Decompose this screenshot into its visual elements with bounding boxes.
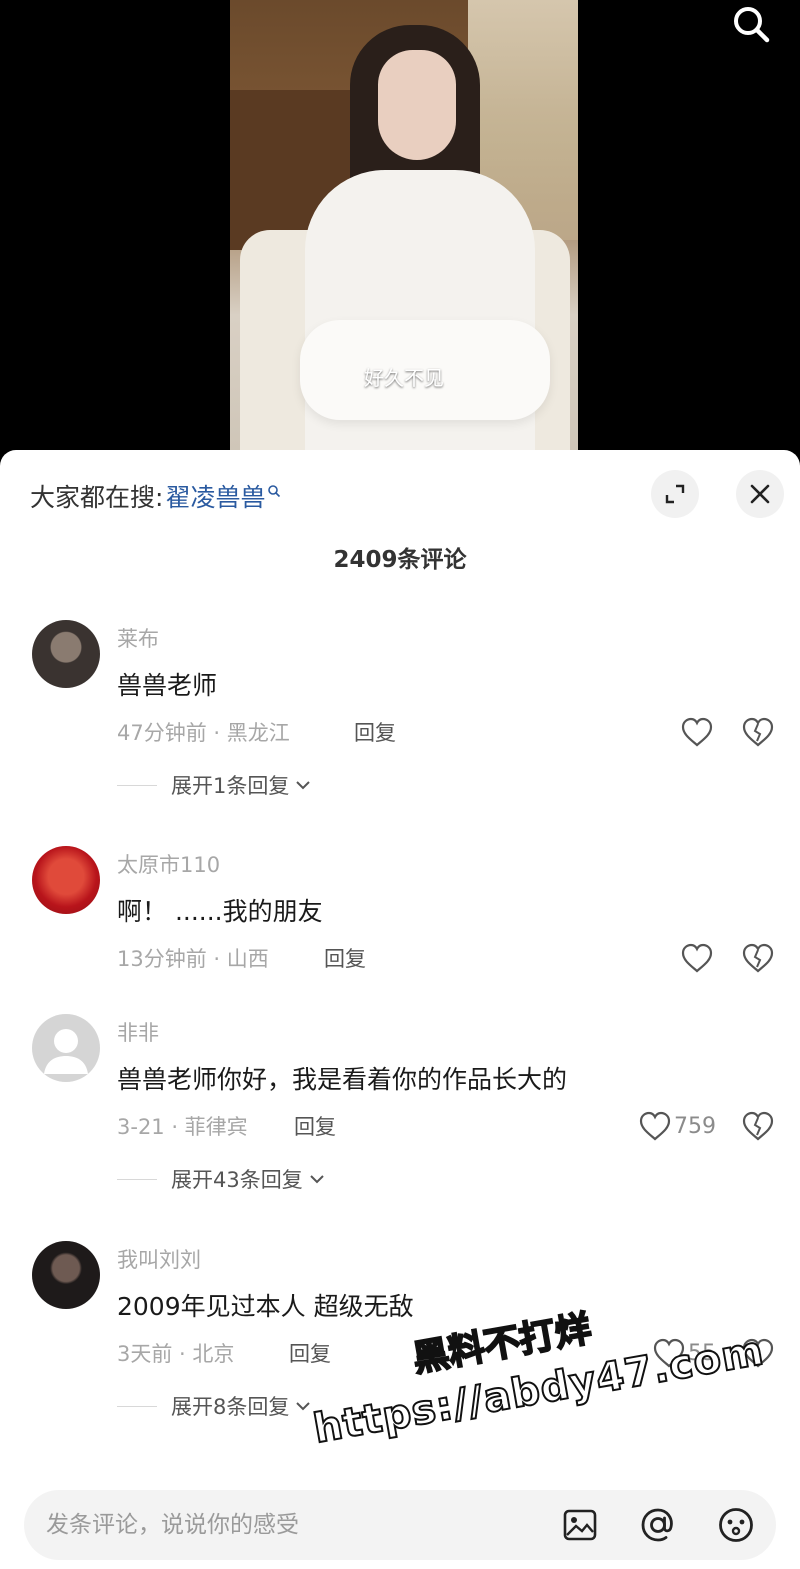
chevron-down-icon [310,1175,324,1184]
broken-heart-icon [742,1111,774,1141]
like-count: 55 [688,1340,716,1366]
search-button[interactable] [726,2,776,46]
hot-search-prefix: 大家都在搜: [30,483,164,512]
comment-text: 2009年见过本人 超级无敌 [117,1292,414,1321]
search-icon [734,7,770,43]
comment-text: 兽兽老师你好，我是看着你的作品长大的 [117,1065,568,1094]
image-icon [563,1509,597,1541]
video-player[interactable]: 好久不见 [0,0,800,450]
dislike-button[interactable] [738,1333,778,1373]
broken-heart-icon [742,717,774,747]
like-count: 759 [674,1113,716,1139]
video-person-face [378,50,456,160]
comment-username[interactable]: 我叫刘刘 [117,1244,201,1274]
like-button[interactable]: 759 [612,1106,716,1146]
comment-meta: 13分钟前 · 山西 [117,947,269,971]
comment-input-bar [24,1490,776,1560]
at-icon [641,1508,673,1542]
comment-username[interactable]: 莱布 [117,623,159,653]
close-icon [750,484,770,504]
reply-button[interactable]: 回复 [354,717,396,747]
chevron-down-icon [296,781,311,790]
comment-username[interactable]: 太原市110 [117,849,220,879]
expand-replies[interactable]: 展开8条回复 [117,1391,311,1421]
avatar[interactable] [32,1014,100,1082]
comment-text: 兽兽老师 [117,671,218,700]
expand-replies[interactable]: 展开1条回复 [117,770,311,800]
comment-text: 啊！ ......我的朋友 [117,897,323,926]
like-button[interactable] [612,712,716,752]
divider [117,1405,157,1407]
video-caption: 好久不见 [364,366,444,390]
small-search-icon [268,485,281,498]
heart-icon [681,717,713,747]
comment-meta: 3-21 · 菲律宾 [117,1115,248,1139]
emoji-icon [719,1508,753,1542]
fullscreen-button[interactable] [651,470,699,518]
image-button[interactable] [560,1505,600,1545]
comment-input[interactable] [46,1490,546,1560]
expand-replies-label: 展开8条回复 [171,1395,290,1419]
hot-search-term[interactable]: 翟凌兽兽 [165,478,265,514]
heart-icon [653,1338,685,1368]
reply-button[interactable]: 回复 [294,1111,336,1141]
comment-meta: 3天前 · 北京 [117,1342,235,1366]
reply-button[interactable]: 回复 [289,1338,331,1368]
dislike-button[interactable] [738,712,778,752]
like-button[interactable] [612,938,716,978]
comment-panel: 大家都在搜: 翟凌兽兽 2409条评论 莱布 兽兽老师 47分钟前 · 黑龙江 … [0,450,800,1569]
expand-replies[interactable]: 展开43条回复 [117,1164,325,1194]
avatar[interactable] [32,1241,100,1309]
broken-heart-icon [742,1338,774,1368]
default-avatar-icon [44,1029,88,1074]
broken-heart-icon [742,943,774,973]
comment-username[interactable]: 非非 [117,1017,159,1047]
divider [117,1178,157,1180]
expand-icon [665,484,685,504]
like-button[interactable]: 55 [612,1333,716,1373]
expand-replies-label: 展开1条回复 [171,774,290,798]
chevron-down-icon [296,1402,311,1411]
avatar[interactable] [32,846,100,914]
dislike-button[interactable] [738,938,778,978]
mention-button[interactable] [638,1505,678,1545]
heart-icon [639,1111,671,1141]
divider [117,784,157,786]
avatar[interactable] [32,620,100,688]
expand-replies-label: 展开43条回复 [171,1168,303,1192]
comment-count: 2409条评论 [333,547,467,573]
emoji-button[interactable] [716,1505,756,1545]
reply-button[interactable]: 回复 [324,943,366,973]
dislike-button[interactable] [738,1106,778,1146]
comment-meta: 47分钟前 · 黑龙江 [117,721,290,745]
close-button[interactable] [736,470,784,518]
hot-search-bar[interactable]: 大家都在搜: 翟凌兽兽 [30,478,281,514]
heart-icon [681,943,713,973]
video-frame: 好久不见 [230,0,578,450]
